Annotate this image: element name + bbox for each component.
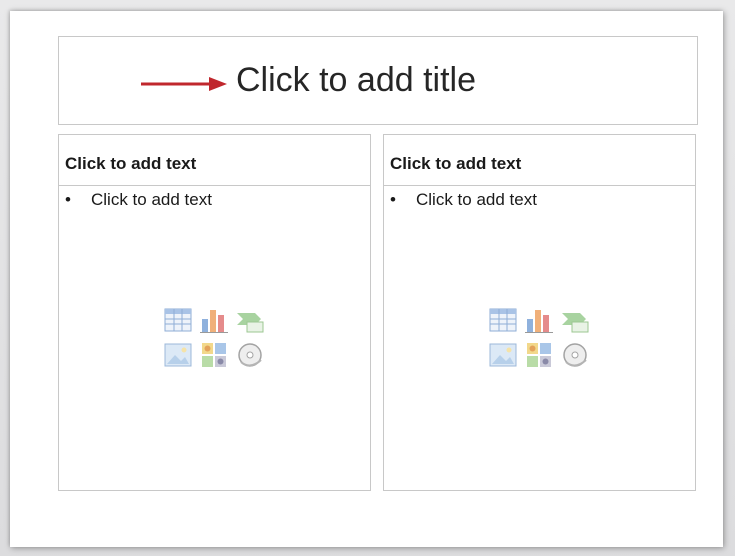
bullet-item[interactable]: • Click to add text xyxy=(390,190,537,210)
heading-placeholder-left[interactable]: Click to add text xyxy=(59,135,370,186)
insert-picture-icon[interactable] xyxy=(488,340,518,370)
insert-table-icon[interactable] xyxy=(488,305,518,335)
content-placeholder-left[interactable]: Click to add text • Click to add text xyxy=(58,134,371,491)
insert-table-icon[interactable] xyxy=(163,305,193,335)
insert-picture-icon[interactable] xyxy=(163,340,193,370)
bullet-marker: • xyxy=(65,190,71,209)
title-placeholder[interactable]: Click to add title xyxy=(58,36,698,125)
insert-chart-icon[interactable] xyxy=(199,305,229,335)
insert-clipart-icon[interactable] xyxy=(199,340,229,370)
insert-chart-icon[interactable] xyxy=(524,305,554,335)
title-placeholder-text: Click to add title xyxy=(236,61,476,99)
heading-placeholder-text: Click to add text xyxy=(390,154,522,173)
slide-canvas: Click to add title Click to add text • Cl… xyxy=(0,0,735,556)
content-placeholder-right[interactable]: Click to add text • Click to add text xyxy=(383,134,696,491)
bullet-item[interactable]: • Click to add text xyxy=(65,190,212,210)
insert-content-icons xyxy=(163,305,267,371)
heading-placeholder-text: Click to add text xyxy=(65,154,197,173)
red-arrow-icon xyxy=(141,77,227,91)
insert-smartart-icon[interactable] xyxy=(235,305,265,335)
bullet-marker: • xyxy=(390,190,396,209)
insert-media-icon[interactable] xyxy=(235,340,265,370)
insert-media-icon[interactable] xyxy=(560,340,590,370)
heading-placeholder-right[interactable]: Click to add text xyxy=(384,135,695,186)
slide[interactable]: Click to add title Click to add text • Cl… xyxy=(10,11,723,547)
insert-clipart-icon[interactable] xyxy=(524,340,554,370)
insert-smartart-icon[interactable] xyxy=(560,305,590,335)
insert-content-icons xyxy=(488,305,592,371)
bullet-text: Click to add text xyxy=(416,190,537,209)
bullet-text: Click to add text xyxy=(91,190,212,209)
